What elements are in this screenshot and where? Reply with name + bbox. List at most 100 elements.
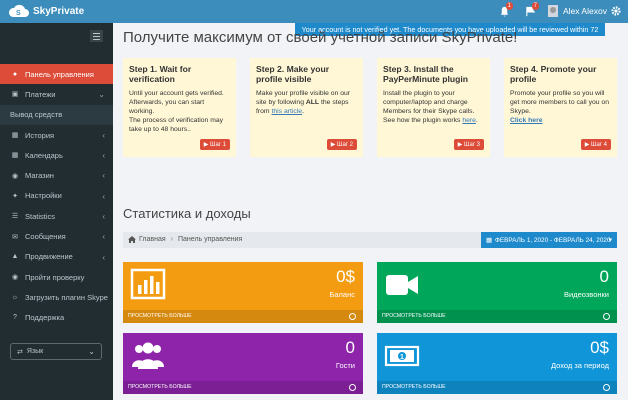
language-select[interactable]: ⇄ Язык ⌄ (10, 343, 102, 360)
wrench-icon: ✦ (12, 192, 18, 200)
list-icon: ☰ (11, 213, 19, 221)
top-bar: S SkyPrivate 1 7 Alex Alexov (0, 0, 628, 23)
step-body: Install the plugin to your computer/lapt… (383, 90, 478, 124)
period-income-more-link[interactable]: ПРОСМОТРЕТЬ БОЛЬШЕ (377, 381, 617, 394)
sidebar-item-label: Платежи (25, 89, 56, 99)
envelope-icon: ✉ (12, 233, 18, 241)
step-card-1: Step 1. Wait for verification Until your… (123, 58, 236, 157)
step-4-button[interactable]: ▶ Шаг 4 (580, 139, 611, 150)
store-icon: ◉ (11, 172, 19, 180)
sidebar-item-skype-plugin[interactable]: ☼ Загрузить плагин Skype (0, 287, 113, 307)
date-range-label: ФЕВРАЛЬ 1, 2020 - ФЕВРАЛЬ 24, 2020 (495, 236, 611, 244)
svg-text:1: 1 (400, 354, 404, 361)
step-title: Step 4. Promote your profile (510, 64, 597, 84)
video-calls-value: 0 (599, 267, 609, 286)
language-icon: ⇄ (17, 348, 23, 356)
chevron-down-icon: ⌄ (88, 347, 95, 356)
sidebar-item-statistics[interactable]: ☰ Statistics ‹ (0, 206, 113, 226)
chevron-left-icon: ‹ (102, 252, 105, 262)
camera-icon: ◉ (11, 274, 19, 282)
sidebar-item-label: Настройки (25, 191, 62, 201)
period-income-label: Доход за период (550, 361, 609, 370)
chart-icon (130, 268, 166, 300)
video-calls-label: Видеозвонки (564, 290, 609, 299)
sidebar-item-dashboard[interactable]: ● Панель управления (0, 64, 113, 85)
breadcrumb-current: Панель управления (178, 236, 243, 243)
sidebar-item-promotion[interactable]: ▲ Продвижение ‹ (0, 247, 113, 267)
chevron-down-icon: ⌄ (98, 90, 105, 100)
home-icon: ● (12, 70, 18, 78)
sidebar-item-label: Календарь (25, 150, 63, 160)
step-2-button[interactable]: ▶ Шаг 2 (326, 139, 357, 150)
sidebar-item-support[interactable]: ? Поддержка (0, 308, 113, 328)
sidebar-item-settings[interactable]: ✦ Настройки ‹ (0, 186, 113, 206)
step-3-button[interactable]: ▶ Шаг 3 (453, 139, 484, 150)
skype-icon: ☼ (11, 293, 19, 301)
sidebar: ● Панель управления ▣ Платежи ⌄ Вывод ср… (0, 23, 113, 400)
video-camera-icon (386, 275, 418, 295)
sidebar-item-store[interactable]: ◉ Магазин ‹ (0, 165, 113, 185)
guests-tile: 0 Гости ПРОСМОТРЕТЬ БОЛЬШЕ (123, 333, 363, 394)
sidebar-toggle[interactable] (90, 30, 103, 42)
sidebar-item-withdrawal[interactable]: Вывод средств (0, 104, 113, 125)
sidebar-nav: ● Панель управления ▣ Платежи ⌄ Вывод ср… (0, 64, 113, 328)
date-range-picker[interactable]: ▦ ФЕВРАЛЬ 1, 2020 - ФЕВРАЛЬ 24, 2020 ▾ (481, 232, 617, 248)
step-card-3: Step 3. Install the PayPerMinute plugin … (377, 58, 490, 157)
chevron-left-icon: ‹ (102, 191, 105, 201)
chevron-left-icon: ‹ (102, 212, 105, 222)
user-menu[interactable]: Alex Alexov (548, 5, 607, 17)
calendar-icon: ▦ (11, 132, 19, 140)
sidebar-item-payments[interactable]: ▣ Платежи ⌄ (0, 84, 113, 104)
promote-link[interactable]: Click here (510, 117, 543, 124)
plugin-link[interactable]: here (462, 117, 476, 124)
megaphone-icon: ▲ (11, 253, 19, 261)
avatar (548, 5, 558, 17)
language-label: Язык (26, 348, 44, 355)
cloud-icon: S (8, 4, 29, 17)
article-link[interactable]: this article (271, 108, 302, 115)
brand-name: SkyPrivate (33, 5, 85, 17)
period-income-value: 0$ (590, 338, 609, 357)
step-body: Make your profile visible on our site by… (256, 90, 351, 115)
sidebar-item-label: Поддержка (25, 313, 65, 323)
sidebar-item-history[interactable]: ▦ История ‹ (0, 125, 113, 145)
svg-text:S: S (16, 10, 21, 17)
sidebar-item-verification[interactable]: ◉ Пройти проверку (0, 267, 113, 287)
arrow-circle-right-icon (349, 384, 356, 391)
step-1-button[interactable]: ▶ Шаг 1 (199, 139, 230, 150)
balance-label: Баланс (329, 290, 355, 299)
grid-icon: ▦ (11, 152, 19, 160)
alerts-badge: 7 (531, 2, 539, 10)
users-icon (132, 342, 164, 369)
alerts-notification[interactable]: 7 (520, 0, 540, 23)
chevron-left-icon: ‹ (102, 130, 105, 140)
gear-icon[interactable] (610, 5, 622, 17)
top-icons: 1 7 (488, 0, 540, 23)
home-icon (128, 236, 136, 243)
balance-more-link[interactable]: ПРОСМОТРЕТЬ БОЛЬШЕ (123, 310, 363, 323)
step-card-4: Step 4. Promote your profile Promote you… (504, 58, 617, 157)
chevron-right-icon: › (170, 236, 173, 243)
sidebar-item-messages[interactable]: ✉ Сообщения ‹ (0, 226, 113, 246)
breadcrumb-home[interactable]: Главная (139, 236, 166, 243)
money-icon: 1 (384, 345, 420, 367)
sidebar-item-label: Пройти проверку (25, 272, 85, 282)
sidebar-item-label: Магазин (25, 171, 54, 181)
guests-more-link[interactable]: ПРОСМОТРЕТЬ БОЛЬШЕ (123, 381, 363, 394)
arrow-circle-right-icon (349, 313, 356, 320)
step-title: Step 2. Make your profile visible (256, 64, 330, 84)
balance-value: 0$ (336, 267, 355, 286)
sidebar-item-label: История (25, 130, 55, 140)
mail-notification[interactable]: 1 (494, 0, 514, 23)
brand-logo[interactable]: S SkyPrivate (8, 4, 84, 18)
sidebar-item-label: Панель управления (25, 69, 94, 79)
sidebar-item-calendar[interactable]: ▦ Календарь ‹ (0, 145, 113, 165)
arrow-circle-right-icon (603, 313, 610, 320)
video-calls-tile: 0 Видеозвонки ПРОСМОТРЕТЬ БОЛЬШЕ (377, 262, 617, 323)
sidebar-item-label: Вывод средств (10, 110, 63, 120)
video-calls-more-link[interactable]: ПРОСМОТРЕТЬ БОЛЬШЕ (377, 310, 617, 323)
wallet-icon: ▣ (11, 91, 19, 99)
sidebar-item-label: Statistics (25, 211, 56, 221)
page-headline: Получите максимум от своей учетной запис… (123, 29, 518, 46)
period-income-tile: 1 0$ Доход за период ПРОСМОТРЕТЬ БОЛЬШЕ (377, 333, 617, 394)
